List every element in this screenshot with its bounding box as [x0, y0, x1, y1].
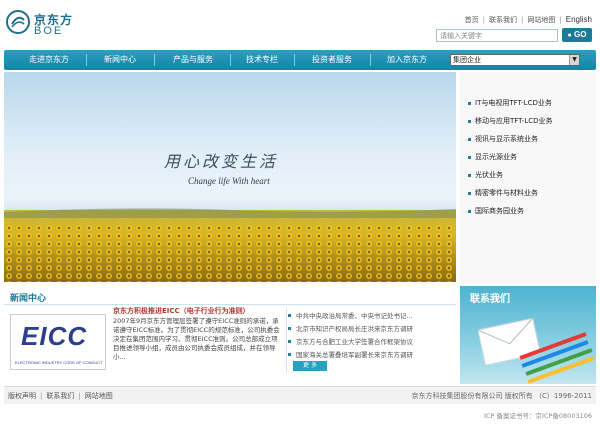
bullet-icon [288, 340, 291, 343]
hero-banner[interactable]: 用心改变生活 Change life With heart [4, 72, 456, 282]
top-link-contact[interactable]: 联系我们 [489, 16, 517, 24]
eicc-logo-image[interactable]: EICC ELECTRONIC INDUSTRY CODE OF CONDUCT [10, 314, 106, 370]
business-item-label: 光伏业务 [475, 171, 503, 179]
nav-item-products[interactable]: 产品与服务 [158, 50, 228, 70]
eicc-logo-text: EICC [21, 321, 88, 351]
separator: | [40, 392, 43, 400]
separator: | [559, 16, 562, 24]
business-item-precision-parts[interactable]: 精密零件与材料业务 [468, 186, 538, 200]
search-go-label: GO [574, 30, 587, 39]
news-section-title[interactable]: 新闻中心 [10, 291, 46, 304]
bullet-icon [468, 101, 471, 105]
icp-record[interactable]: ICP 备案证书号：京ICP备08003106 [484, 410, 592, 420]
top-link-home[interactable]: 首页 [465, 16, 479, 24]
nav-separator [86, 54, 87, 66]
news-list-item[interactable]: 国家海关总署叠培军副署长来京东方调研 [288, 349, 413, 361]
nav-item-about[interactable]: 走进京东方 [14, 50, 84, 70]
news-list-item-label: 北京市知识产权局局长庄洪来京东方调研 [296, 325, 413, 333]
bullet-icon [288, 327, 291, 330]
nav-item-investors[interactable]: 投资者服务 [298, 50, 366, 70]
business-item-label: IT与电视用TFT-LCD业务 [475, 99, 552, 107]
bullet-icon [468, 155, 471, 159]
logo-name-en: BOE [34, 25, 64, 37]
footer-links: 版权声明 | 联系我们 | 网站地图 [8, 390, 113, 402]
business-item-light-source[interactable]: 显示光源业务 [468, 150, 517, 164]
top-link-sitemap[interactable]: 网站地图 [527, 16, 555, 24]
business-item-business-park[interactable]: 国际商务园业务 [468, 204, 524, 218]
divider [286, 308, 287, 372]
bullet-icon [288, 314, 291, 317]
nav-separator [370, 54, 371, 66]
feature-news-body: 2007年9月京东方管理层签署了遵守EICC准则的承诺，承诺遵守EICC标准。为… [113, 317, 280, 361]
business-list: IT与电视用TFT-LCD业务 移动与应用TFT-LCD业务 视讯与显示系统业务… [460, 72, 596, 282]
group-company-select[interactable]: 集团企业 ▼ [450, 54, 580, 66]
bullet-icon [468, 119, 471, 123]
divider [4, 304, 456, 305]
business-item-label: 国际商务园业务 [475, 207, 524, 215]
top-link-english[interactable]: English [566, 15, 592, 24]
business-item-it-tv-lcd[interactable]: IT与电视用TFT-LCD业务 [468, 96, 552, 110]
separator: | [521, 16, 524, 24]
bullet-icon [468, 209, 471, 213]
chevron-down-icon: ▼ [569, 55, 579, 65]
footer-link-contact[interactable]: 联系我们 [46, 392, 74, 400]
news-list-item[interactable]: 京东方与合肥工业大学签署合作框架协议 [288, 336, 413, 348]
business-item-label: 视讯与显示系统业务 [475, 135, 538, 143]
envelope-pencils-icon [477, 317, 595, 384]
separator: | [78, 392, 81, 400]
bullet-icon [468, 173, 471, 177]
copyright-text: 京东方科技集团股份有限公司 版权所有 （C）1996-2011 [411, 392, 593, 400]
banner-slogan-cn: 用心改变生活 [164, 152, 279, 171]
search-icon: ● [567, 32, 572, 39]
boe-logo[interactable]: 京东方 BOE [6, 10, 86, 40]
nav-item-news[interactable]: 新闻中心 [90, 50, 150, 70]
nav-item-tech[interactable]: 技术专栏 [234, 50, 290, 70]
bullet-icon [468, 191, 471, 195]
nav-item-join[interactable]: 加入京东方 [374, 50, 440, 70]
business-item-label: 移动与应用TFT-LCD业务 [475, 117, 553, 125]
news-list-item-label: 京东方与合肥工业大学签署合作框架协议 [296, 338, 413, 346]
nav-separator [154, 54, 155, 66]
business-item-photovoltaic[interactable]: 光伏业务 [468, 168, 503, 182]
banner-slogan-en: Change life With heart [188, 176, 270, 186]
business-item-label: 精密零件与材料业务 [475, 189, 538, 197]
group-company-select-value: 集团企业 [453, 56, 481, 64]
footer-link-copyright[interactable]: 版权声明 [8, 392, 36, 400]
news-list-item-label: 中共中央政治局常委、中央书记处书记... [296, 312, 413, 320]
search-input[interactable]: 请输入关键字 [436, 29, 558, 42]
footer: 版权声明 | 联系我们 | 网站地图 京东方科技集团股份有限公司 版权所有 （C）199… [4, 386, 596, 404]
top-links: 首页 | 联系我们 | 网站地图 | English [465, 15, 592, 25]
news-list-item[interactable]: 北京市知识产权局局长庄洪来京东方调研 [288, 323, 413, 335]
separator: | [482, 16, 486, 24]
bullet-icon [288, 353, 291, 356]
boe-logo-icon [6, 10, 30, 34]
nav-separator [294, 54, 295, 66]
nav-separator [230, 54, 231, 66]
contact-us-panel[interactable]: 联系我们 [460, 286, 596, 384]
bullet-icon [468, 137, 471, 141]
feature-news-title[interactable]: 京东方积极推进EICC（电子行业行为准则） [113, 306, 250, 316]
main-nav: 走进京东方 新闻中心 产品与服务 技术专栏 投资者服务 加入京东方 集团企业 ▼ [4, 50, 596, 70]
more-news-button[interactable]: 更 多 [293, 361, 327, 371]
business-item-label: 显示光源业务 [475, 153, 517, 161]
business-item-mobile-lcd[interactable]: 移动与应用TFT-LCD业务 [468, 114, 553, 128]
news-list-item[interactable]: 中共中央政治局常委、中央书记处书记... [288, 310, 413, 322]
eicc-logo-subtext: ELECTRONIC INDUSTRY CODE OF CONDUCT [15, 360, 103, 365]
footer-link-sitemap[interactable]: 网站地图 [85, 392, 113, 400]
news-list-item-label: 国家海关总署叠培军副署长来京东方调研 [296, 351, 413, 359]
business-item-video-display[interactable]: 视讯与显示系统业务 [468, 132, 538, 146]
search-go-button[interactable]: ● GO [562, 28, 592, 42]
